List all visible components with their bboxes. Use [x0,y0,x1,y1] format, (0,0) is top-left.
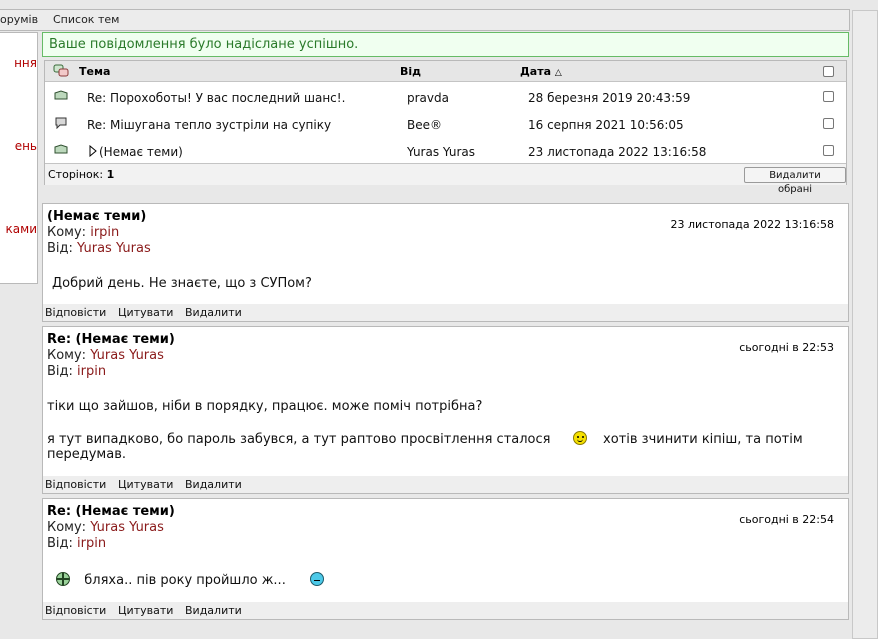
globe-smiley-icon [56,572,70,586]
message-date: 16 серпня 2021 10:56:05 [528,118,684,132]
pages-label: Сторінок: [48,168,104,181]
message-date: 28 березня 2019 20:43:59 [528,91,691,105]
message-subject[interactable]: Re: Порохоботы! У вас последний шанс!. [87,91,345,105]
message-subject: Re: (Немає теми) [47,332,175,347]
message-pane: Re: (Немає теми) Кому: Yuras Yuras Від: … [42,326,849,494]
delete-selected-button[interactable]: Видалити обрані [744,167,846,195]
message-text: бляха.. пів року пройшло ж... [84,573,286,588]
column-date-label: Дата [520,65,552,78]
message-body-line: тіки що зайшов, ніби в порядку, працює. … [47,399,483,414]
delete-link[interactable]: Видалити [185,604,242,617]
column-date[interactable]: Дата △ [520,65,562,78]
message-recipient: Кому: Yuras Yuras [47,348,164,363]
sidebar-item-3[interactable]: ками [6,222,37,236]
to-label: Кому: [47,348,87,363]
column-subject[interactable]: Тема [79,65,110,78]
sender-link[interactable]: irpin [77,536,106,551]
nav-link-topic-list[interactable]: Список тем [53,13,119,26]
message-actions: Відповісти Цитувати Видалити [43,304,848,321]
from-label: Від: [47,536,73,551]
sender-link[interactable]: Yuras Yuras [77,241,151,256]
sender-link[interactable]: irpin [77,364,106,379]
row-checkbox[interactable] [823,145,834,156]
reply-link[interactable]: Відповісти [45,604,106,617]
sidebar-menu: ння ень ками [0,32,38,284]
message-text: я тут випадково, бо пароль забувся, а ту… [47,432,551,447]
conversation-icon [53,64,69,77]
quote-link[interactable]: Цитувати [118,306,173,319]
message-body-line: передумав. [47,447,126,462]
from-label: Від: [47,364,73,379]
from-label: Від: [47,241,73,256]
message-subject[interactable]: (Немає теми) [99,145,183,159]
to-label: Кому: [47,225,87,240]
pagination: Сторінок: 1 [48,168,114,181]
message-list: Тема Від Дата △ Re: Порохоботы! У вас по… [44,60,847,195]
message-actions: Відповісти Цитувати Видалити [43,476,848,493]
sidebar-item-1[interactable]: ння [14,56,37,70]
neutral-smiley-icon [310,572,325,586]
list-item[interactable]: Re: Мішугана тепло зустріли на супіку Be… [45,110,846,137]
quote-link[interactable]: Цитувати [118,478,173,491]
speech-icon [55,117,67,129]
message-date: 23 листопада 2022 13:16:58 [670,218,834,231]
to-label: Кому: [47,520,87,535]
message-subject[interactable]: Re: Мішугана тепло зустріли на супіку [87,118,331,132]
message-body-line: я тут випадково, бо пароль забувся, а ту… [47,431,837,447]
message-sender: Від: Yuras Yuras [47,241,151,256]
message-from[interactable]: Bee® [407,118,442,132]
message-icon [54,90,68,100]
message-icon [54,144,68,154]
vertical-scrollbar[interactable] [852,10,878,639]
message-list-header: Тема Від Дата △ [45,61,846,82]
message-subject: Re: (Немає теми) [47,504,175,519]
message-list-footer: Сторінок: 1 Видалити обрані [45,163,846,195]
message-from[interactable]: pravda [407,91,449,105]
sort-ascending-icon: △ [554,68,562,78]
current-message-marker-icon [89,145,97,157]
page-number[interactable]: 1 [107,168,115,181]
message-sender: Від: irpin [47,364,106,379]
message-date: 23 листопада 2022 13:16:58 [528,145,707,159]
recipient-link[interactable]: irpin [90,225,119,240]
recipient-link[interactable]: Yuras Yuras [90,520,164,535]
column-from[interactable]: Від [400,65,421,78]
message-text: хотів зчинити кіпіш, та потім [603,432,803,447]
delete-link[interactable]: Видалити [185,478,242,491]
list-item[interactable]: Re: Порохоботы! У вас последний шанс!. p… [45,83,846,110]
quote-link[interactable]: Цитувати [118,604,173,617]
message-pane: Re: (Немає теми) Кому: Yuras Yuras Від: … [42,498,849,620]
scrollbar-thumb[interactable] [852,10,878,639]
message-recipient: Кому: irpin [47,225,119,240]
message-date: сьогодні в 22:54 [739,513,834,526]
row-checkbox[interactable] [823,118,834,129]
message-recipient: Кому: Yuras Yuras [47,520,164,535]
message-body-line: бляха.. пів року пройшло ж... [56,572,325,588]
reply-link[interactable]: Відповісти [45,478,106,491]
sidebar-item-2[interactable]: ень [15,139,37,153]
message-sender: Від: irpin [47,536,106,551]
message-date: сьогодні в 22:53 [739,341,834,354]
list-item[interactable]: (Немає теми) Yuras Yuras 23 листопада 20… [45,137,846,164]
message-subject: (Немає теми) [47,209,147,224]
reply-link[interactable]: Відповісти [45,306,106,319]
message-from[interactable]: Yuras Yuras [407,145,475,159]
message-body: Добрий день. Не знаєте, що з СУПом? [52,276,312,291]
top-navigation: орумів Список тем [0,9,850,31]
smiley-icon [572,431,587,445]
select-all-checkbox[interactable] [823,66,834,77]
row-checkbox[interactable] [823,91,834,102]
nav-link-forums[interactable]: орумів [0,13,38,26]
message-actions: Відповісти Цитувати Видалити [43,602,848,619]
message-pane: (Немає теми) Кому: irpin Від: Yuras Yura… [42,203,849,322]
success-notice: Ваше повідомлення було надіслане успішно… [42,32,849,57]
recipient-link[interactable]: Yuras Yuras [90,348,164,363]
delete-link[interactable]: Видалити [185,306,242,319]
